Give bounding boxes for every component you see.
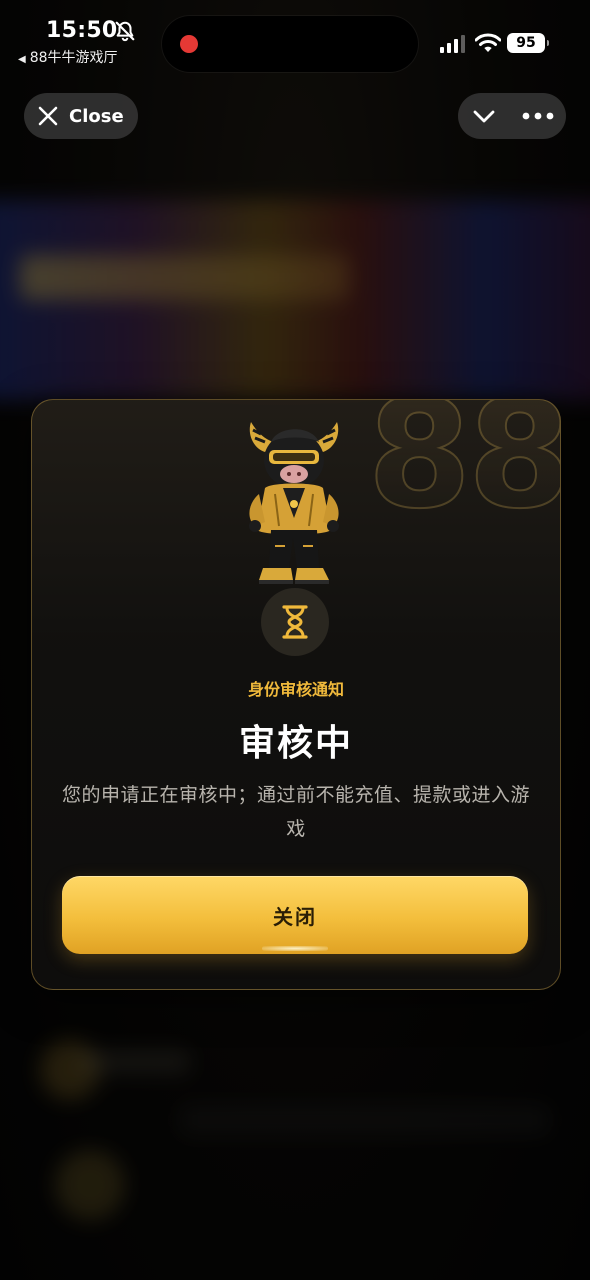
close-modal-button[interactable]: 关闭 <box>62 876 528 954</box>
notice-subtitle: 身份审核通知 <box>247 680 344 699</box>
webview-menu-pill <box>458 93 566 139</box>
screen: 15:50 ◀ 88牛牛游戏厅 95 Close 88 身份审核通知 审核中 您… <box>0 0 590 1280</box>
battery-icon: 95 <box>507 33 549 53</box>
close-webview-button[interactable]: Close <box>24 93 138 139</box>
wifi-icon <box>475 33 501 52</box>
back-to-app-link[interactable]: ◀ 88牛牛游戏厅 <box>18 47 118 67</box>
notice-headline: 审核中 <box>238 723 353 764</box>
status-bar: 15:50 ◀ 88牛牛游戏厅 95 <box>0 0 590 75</box>
button-glint <box>262 946 328 951</box>
chevron-down-icon[interactable] <box>472 106 496 126</box>
hourglass-icon <box>282 605 308 639</box>
hourglass-badge <box>261 588 329 656</box>
close-x-icon <box>38 106 58 126</box>
close-label: Close <box>69 105 124 127</box>
notice-message: 您的申请正在审核中；通过前不能充值、提款或进入游戏 <box>62 784 531 840</box>
back-app-label: 88牛牛游戏厅 <box>29 50 118 66</box>
status-time: 15:50 <box>46 18 118 43</box>
record-indicator-icon <box>180 35 198 53</box>
more-dots-icon[interactable] <box>522 106 554 126</box>
signal-icon <box>440 35 465 53</box>
review-notice-modal: 88 身份审核通知 审核中 您的申请正在审核中；通过前不能充值、提款或进入游戏 … <box>31 399 561 990</box>
back-triangle-icon: ◀ <box>18 54 26 65</box>
close-modal-label: 关闭 <box>273 904 317 929</box>
decorative-88: 88 <box>366 400 560 531</box>
dynamic-island <box>162 16 418 72</box>
bell-slash-icon <box>115 21 135 42</box>
bull-mascot-illustration <box>249 422 339 584</box>
